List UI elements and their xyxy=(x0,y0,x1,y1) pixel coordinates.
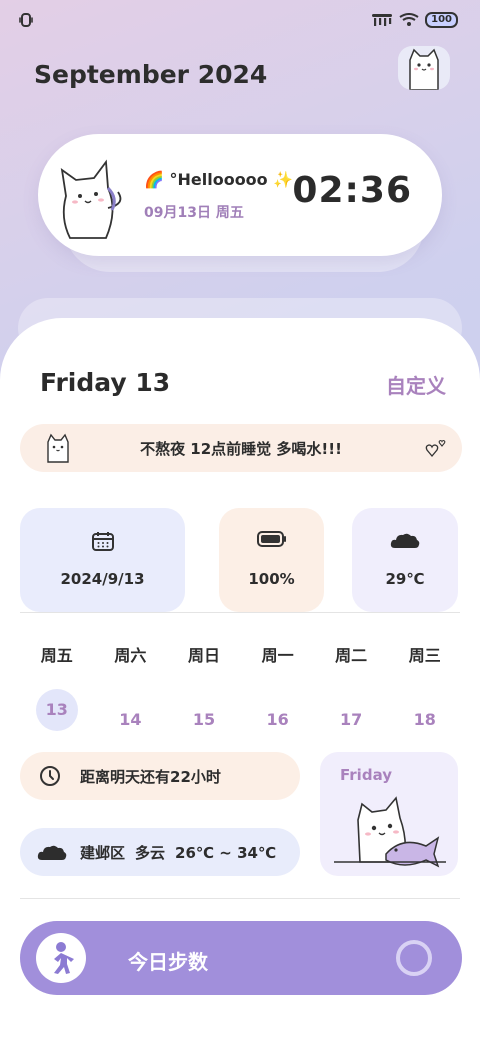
clock-icon xyxy=(40,766,60,786)
month-title: September 2024 xyxy=(34,60,268,89)
day-selected[interactable]: 13 xyxy=(35,689,78,731)
weekday-label: 周一 xyxy=(261,646,294,665)
signal-icon xyxy=(372,14,393,26)
battery-level-icon xyxy=(256,531,286,547)
steps-progress-ring xyxy=(396,940,432,976)
greeting-text: 🌈 °Hellooooo ✨ xyxy=(144,170,294,189)
weekday-labels: 周五 周六 周日 周一 周二 周三 xyxy=(20,642,462,666)
walking-icon xyxy=(36,933,86,983)
divider xyxy=(20,898,460,899)
customize-button[interactable]: 自定义 xyxy=(386,370,446,399)
day-item[interactable]: 16 xyxy=(257,700,299,742)
avatar[interactable] xyxy=(398,46,450,90)
wifi-icon xyxy=(399,13,419,26)
cloud-icon xyxy=(37,845,67,860)
steps-bar[interactable]: 今日步数 xyxy=(20,921,462,995)
note-text: 不熬夜 12点前睡觉 多喝水!!! xyxy=(140,440,342,458)
day-item[interactable]: 17 xyxy=(330,700,372,742)
date-card[interactable]: 2024/9/13 xyxy=(20,508,185,612)
battery-card[interactable]: 100% xyxy=(219,508,324,612)
weather-temp-range: 26℃ ~ 34℃ xyxy=(175,844,277,862)
hearts-icon xyxy=(425,439,446,458)
weather-district: 建邺区 xyxy=(80,844,126,862)
hello-date: 09月13日 周五 xyxy=(144,205,244,221)
day-item[interactable]: 18 xyxy=(404,700,446,742)
date-value: 2024/9/13 xyxy=(60,570,145,588)
status-bar: 100 xyxy=(18,8,458,32)
day-item[interactable]: 15 xyxy=(183,700,225,742)
weekday-label: 周二 xyxy=(335,646,368,665)
clock-time: 02:36 xyxy=(292,170,412,211)
cloud-icon xyxy=(390,533,420,548)
cat-with-fish-icon xyxy=(334,796,446,868)
friday-card[interactable]: Friday xyxy=(320,752,458,876)
calendar-icon xyxy=(91,532,114,551)
battery-value: 100% xyxy=(248,570,295,588)
hello-card[interactable]: 🌈 °Hellooooo ✨ 09月13日 周五 02:36 xyxy=(38,134,442,256)
day-title: Friday 13 xyxy=(40,368,171,397)
day-item[interactable]: 14 xyxy=(109,700,151,742)
temperature-value: 29℃ xyxy=(385,570,425,588)
cat-illustration-icon xyxy=(60,159,122,239)
weekday-label: 周五 xyxy=(40,646,73,665)
weather-pill[interactable]: 建邺区 多云 26℃ ~ 34℃ xyxy=(20,828,300,876)
weather-text: 建邺区 多云 26℃ ~ 34℃ xyxy=(80,842,286,863)
notification-icon xyxy=(19,13,33,27)
week-days: 13 14 15 16 17 18 xyxy=(20,689,462,742)
weekday-label: 周六 xyxy=(114,646,147,665)
steps-label: 今日步数 xyxy=(128,950,208,974)
divider xyxy=(20,612,460,613)
weekday-label: 周三 xyxy=(408,646,441,665)
weekday-label: 周日 xyxy=(187,646,220,665)
countdown-pill[interactable]: 距离明天还有22小时 xyxy=(20,752,300,800)
weather-card[interactable]: 29℃ xyxy=(352,508,458,612)
countdown-text: 距离明天还有22小时 xyxy=(80,768,221,786)
cat-avatar-icon xyxy=(409,48,439,90)
note-banner[interactable]: 不熬夜 12点前睡觉 多喝水!!! xyxy=(20,424,462,472)
weather-condition: 多云 xyxy=(135,844,166,862)
battery-icon: 100 xyxy=(425,12,458,28)
